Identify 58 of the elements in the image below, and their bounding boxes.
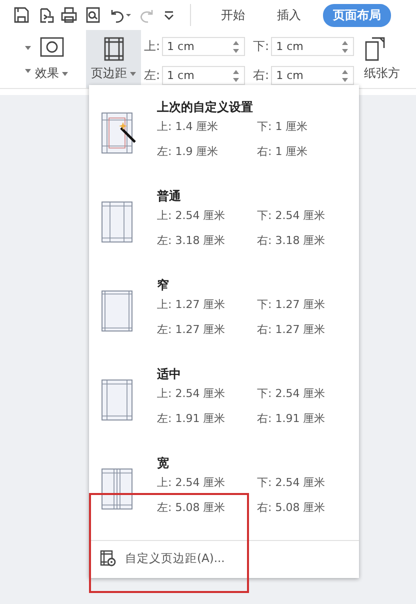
page-wand-icon (101, 112, 137, 156)
margin-value: 下: 1.27 厘米 (257, 297, 326, 313)
caret-icon (130, 72, 136, 76)
caret-icon[interactable] (25, 68, 31, 72)
preset-title: 宽 (157, 455, 170, 472)
preset-title: 窄 (157, 277, 170, 294)
margin-value: 下: 1 厘米 (257, 119, 309, 135)
preset-item[interactable]: 宽 上: 2.54 厘米 下: 2.54 厘米 左: 5.08 厘米 右: 5.08 厘米 (89, 447, 359, 536)
effects-button[interactable]: 效果 (31, 30, 72, 88)
save-icon[interactable] (12, 6, 30, 24)
field-label: 下: (253, 38, 270, 55)
margin-value: 下: 2.54 厘米 (257, 386, 326, 402)
spin-field[interactable]: 1 cm (162, 66, 246, 85)
spin-arrows-icon[interactable] (232, 68, 240, 84)
preset-item[interactable]: 适中 上: 2.54 厘米 下: 2.54 厘米 左: 1.91 厘米 右: 1.91 厘米 (89, 358, 359, 447)
field-label: 左: (144, 67, 160, 84)
field-label: 右: (253, 67, 270, 84)
margin-value: 左: 1.91 厘米 (157, 411, 226, 427)
field-label: 上: (144, 38, 160, 55)
ribbon-tab[interactable]: 插入 (267, 4, 311, 26)
preset-item[interactable]: 窄 上: 1.27 厘米 下: 1.27 厘米 左: 1.27 厘米 右: 1.27 厘米 (89, 269, 359, 358)
margin-value: 上: 2.54 厘米 (157, 475, 226, 491)
custom-margins-item[interactable]: 自定义页边距(A)... (89, 541, 359, 575)
table-gear-icon[interactable] (99, 549, 117, 567)
preset-item[interactable]: 普通 上: 2.54 厘米 下: 2.54 厘米 左: 3.18 厘米 右: 3.18 厘米 (89, 180, 359, 269)
margin-value: 右: 1 厘米 (257, 144, 309, 160)
spin-field[interactable]: 1 cm (162, 37, 246, 56)
margin-value: 左: 1.9 厘米 (157, 144, 220, 160)
caret-icon[interactable] (25, 46, 31, 50)
print-preview-icon[interactable] (84, 6, 102, 24)
margin-value: 上: 2.54 厘米 (157, 386, 226, 402)
margins-button[interactable]: 页边距 (86, 30, 141, 88)
margin-value: 右: 5.08 厘米 (257, 500, 326, 516)
margin-value: 下: 2.54 厘米 (257, 475, 326, 491)
margin-value: 右: 3.18 厘米 (257, 233, 326, 249)
orientation-button[interactable]: 纸张方 (360, 30, 408, 88)
print-icon[interactable] (60, 6, 78, 24)
margin-value: 下: 2.54 厘米 (257, 208, 326, 224)
margin-value: 左: 5.08 厘米 (157, 500, 226, 516)
preset-title: 上次的自定义设置 (157, 99, 254, 116)
spin-field[interactable]: 1 cm (271, 66, 354, 85)
margin-value: 上: 1.27 厘米 (157, 297, 226, 313)
margin-value: 上: 1.4 厘米 (157, 119, 220, 135)
spin-arrows-icon[interactable] (341, 68, 350, 84)
spin-arrows-icon[interactable] (232, 38, 240, 54)
caret-icon (62, 72, 68, 76)
margin-value: 左: 3.18 厘米 (157, 233, 226, 249)
margin-value: 上: 2.54 厘米 (157, 208, 226, 224)
margin-value: 右: 1.91 厘米 (257, 411, 326, 427)
margin-value: 左: 1.27 厘米 (157, 322, 226, 338)
ribbon-tab[interactable]: 开始 (211, 4, 255, 26)
preset-title: 普通 (157, 188, 182, 205)
margin-value: 右: 1.27 厘米 (257, 322, 326, 338)
preset-title: 适中 (157, 366, 182, 383)
margins-icon[interactable] (102, 36, 124, 62)
preset-item[interactable]: 上次的自定义设置 上: 1.4 厘米 下: 1 厘米 左: 1.9 厘米 右: 1 厘米 (89, 91, 359, 180)
spin-field[interactable]: 1 cm (271, 37, 354, 56)
spin-arrows-icon[interactable] (341, 38, 350, 54)
